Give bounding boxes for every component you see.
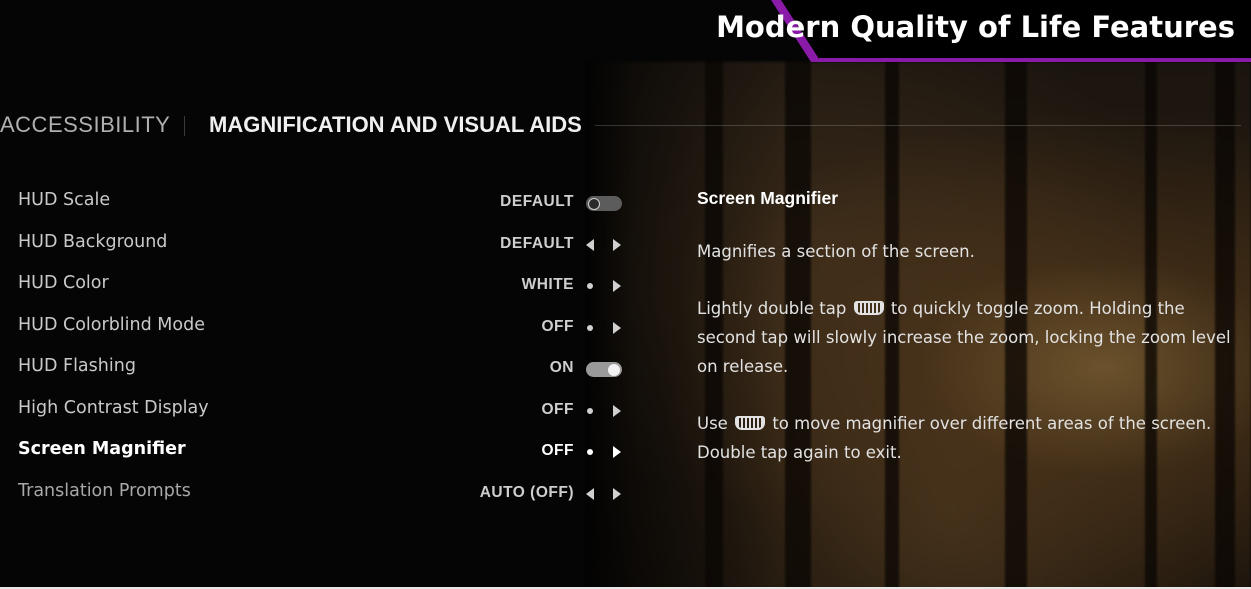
setting-label: HUD Flashing: [18, 356, 136, 376]
setting-value: WHITE: [521, 276, 574, 293]
description-text: to move magnifier over different areas o…: [697, 414, 1212, 462]
setting-row-hud-colorblind-mode[interactable]: HUD Colorblind Mode OFF: [0, 309, 640, 351]
description-summary-text: Magnifies a section of the screen.: [697, 242, 975, 261]
setting-value: ON: [549, 359, 574, 376]
setting-label: HUD Color: [18, 273, 109, 293]
setting-label: HUD Background: [18, 231, 168, 252]
dot-icon: [587, 283, 593, 289]
touchpad-icon: [853, 301, 884, 315]
toggle-knob: [588, 197, 600, 210]
setting-value: DEFAULT: [500, 234, 574, 252]
setting-row-high-contrast-display[interactable]: High Contrast Display OFF: [0, 392, 640, 434]
description-text: Use: [697, 414, 728, 433]
setting-value: OFF: [541, 317, 574, 335]
arrow-left-icon[interactable]: [586, 238, 594, 251]
description-panel: Screen Magnifier Magnifies a section of …: [697, 188, 1237, 495]
dot-icon: [587, 324, 593, 331]
description-summary: Magnifies a section of the screen.: [697, 237, 1237, 266]
arrow-right-icon[interactable]: [613, 280, 621, 292]
description-text: Lightly double tap: [697, 299, 847, 318]
setting-label: Screen Magnifier: [18, 439, 186, 459]
setting-value: AUTO (OFF): [479, 483, 574, 501]
setting-label: HUD Scale: [18, 190, 111, 210]
setting-value: DEFAULT: [500, 193, 574, 210]
setting-row-translation-prompts[interactable]: Translation Prompts AUTO (OFF): [0, 475, 640, 517]
setting-value: OFF: [541, 442, 574, 459]
banner-underline: [819, 58, 1251, 62]
menu-header: ACCESSIBILITY MAGNIFICATION AND VISUAL A…: [0, 112, 1251, 142]
arrow-right-icon[interactable]: [613, 446, 621, 458]
description-title: Screen Magnifier: [697, 188, 839, 208]
settings-list: HUD Scale DEFAULT HUD Background DEFAULT…: [0, 184, 640, 516]
dot-icon: [587, 449, 593, 455]
setting-label: HUD Colorblind Mode: [18, 314, 205, 335]
setting-row-hud-scale[interactable]: HUD Scale DEFAULT: [0, 184, 640, 226]
toggle-switch[interactable]: [586, 196, 622, 211]
header-divider: [595, 125, 1241, 126]
description-zoom-instructions: Lightly double tap to quickly toggle zoo…: [697, 294, 1237, 381]
arrow-right-icon[interactable]: [613, 487, 621, 500]
toggle-switch[interactable]: [586, 362, 622, 377]
arrow-right-icon[interactable]: [613, 404, 621, 417]
setting-value: OFF: [541, 400, 574, 418]
setting-row-hud-background[interactable]: HUD Background DEFAULT: [0, 226, 640, 268]
breadcrumb-separator: [184, 116, 185, 136]
arrow-right-icon[interactable]: [613, 238, 621, 251]
dot-icon: [587, 407, 593, 414]
description-move-instructions: Use to move magnifier over different are…: [697, 409, 1237, 467]
setting-label: High Contrast Display: [18, 397, 209, 418]
arrow-right-icon[interactable]: [613, 321, 621, 334]
arrow-left-icon[interactable]: [586, 487, 594, 500]
setting-row-screen-magnifier[interactable]: Screen Magnifier OFF: [0, 433, 640, 475]
page-title: MAGNIFICATION AND VISUAL AIDS: [209, 112, 582, 137]
title-banner: Modern Quality of Life Features: [716, 0, 1251, 62]
breadcrumb-accessibility[interactable]: ACCESSIBILITY: [0, 112, 170, 138]
touchpad-icon: [735, 416, 766, 430]
setting-row-hud-flashing[interactable]: HUD Flashing ON: [0, 350, 640, 392]
setting-row-hud-color[interactable]: HUD Color WHITE: [0, 267, 640, 309]
toggle-knob: [608, 363, 620, 376]
setting-label: Translation Prompts: [18, 480, 191, 501]
banner-title: Modern Quality of Life Features: [716, 10, 1235, 44]
